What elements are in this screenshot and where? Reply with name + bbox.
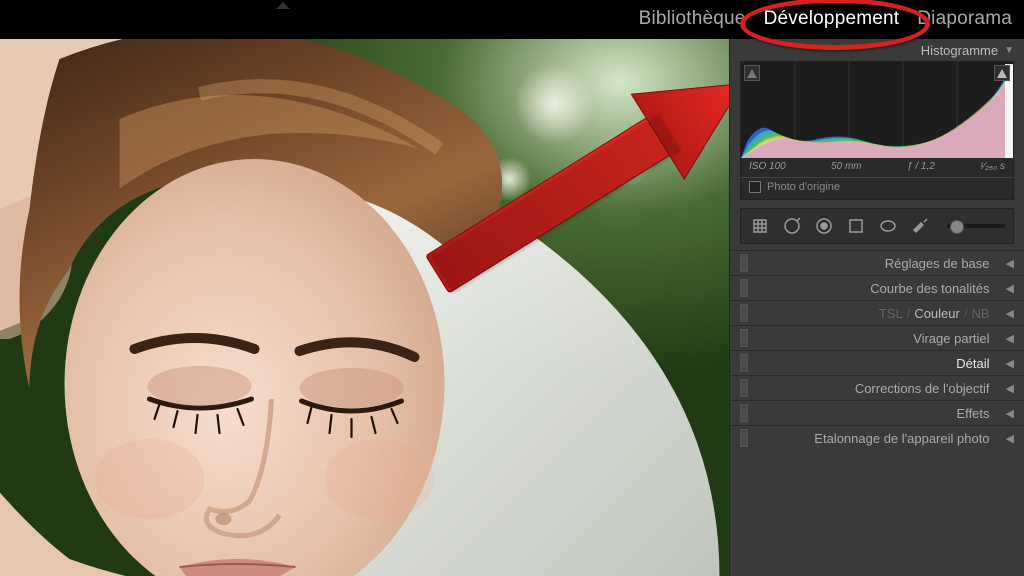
panel-lens-corrections[interactable]: Corrections de l'objectif ◀	[730, 375, 1024, 400]
meta-focal: 50 mm	[831, 161, 862, 172]
panel-hsl[interactable]: TSL/Couleur/NB ◀	[730, 300, 1024, 325]
panel-split-toning[interactable]: Virage partiel ◀	[730, 325, 1024, 350]
chevron-left-icon: ◀	[1006, 307, 1014, 320]
radial-filter-icon[interactable]	[877, 215, 899, 237]
panel-split-toning-label: Virage partiel	[913, 331, 989, 346]
panel-detail-label: Détail	[956, 356, 989, 371]
slider-knob-icon	[950, 220, 964, 234]
develop-right-panel: Histogramme ▼	[729, 39, 1024, 576]
panel-toggle-icon[interactable]	[740, 254, 748, 272]
original-photo-toggle[interactable]: Photo d'origine	[741, 177, 1013, 199]
panel-effects[interactable]: Effets ◀	[730, 400, 1024, 425]
meta-aperture: ƒ / 1,2	[907, 161, 935, 172]
chevron-left-icon: ◀	[1006, 332, 1014, 345]
panel-toggle-icon[interactable]	[740, 354, 748, 372]
chevron-left-icon: ◀	[1006, 357, 1014, 370]
chevron-left-icon: ◀	[1006, 257, 1014, 270]
histogram-panel-header[interactable]: Histogramme ▼	[730, 39, 1024, 61]
panel-expand-indicator-icon	[276, 2, 290, 9]
module-tab-develop[interactable]: Développement	[764, 8, 900, 30]
meta-iso: ISO 100	[749, 161, 786, 172]
module-picker-bar: Bibliothèque Développement Diaporama	[0, 0, 1024, 39]
panel-toggle-icon[interactable]	[740, 429, 748, 447]
exposure-metadata: ISO 100 50 mm ƒ / 1,2 ¹⁄₂₅₀ s	[741, 158, 1013, 177]
panel-toggle-icon[interactable]	[740, 404, 748, 422]
red-eye-icon[interactable]	[813, 215, 835, 237]
brush-tool-icon[interactable]	[909, 215, 931, 237]
highlight-clipping-icon[interactable]	[994, 65, 1010, 81]
panel-basic[interactable]: Réglages de base ◀	[730, 250, 1024, 275]
chevron-left-icon: ◀	[1006, 432, 1014, 445]
panel-effects-label: Effets	[957, 406, 990, 421]
panel-detail[interactable]: Détail ◀	[730, 350, 1024, 375]
original-photo-label: Photo d'origine	[767, 181, 840, 193]
panel-camera-calibration[interactable]: Etalonnage de l'appareil photo ◀	[730, 425, 1024, 450]
panel-hsl-tabs: TSL/Couleur/NB	[879, 306, 990, 321]
local-adjust-toolstrip	[740, 208, 1014, 244]
histogram-chart	[741, 62, 1013, 158]
photo-canvas[interactable]	[0, 39, 729, 576]
panel-tone-curve-label: Courbe des tonalités	[870, 281, 989, 296]
histogram-label: Histogramme	[921, 43, 998, 58]
checkbox-icon	[749, 181, 761, 193]
photo-placeholder	[0, 39, 729, 576]
panel-toggle-icon[interactable]	[740, 379, 748, 397]
panel-toggle-icon[interactable]	[740, 329, 748, 347]
panel-camera-calibration-label: Etalonnage de l'appareil photo	[814, 431, 989, 446]
histogram-box: ISO 100 50 mm ƒ / 1,2 ¹⁄₂₅₀ s Photo d'or…	[740, 61, 1014, 200]
develop-panels-accordion: Réglages de base◀ Courbe des tonalités◀ …	[730, 250, 1024, 450]
panel-basic-label: Réglages de base	[885, 256, 990, 271]
shadow-clipping-icon[interactable]	[744, 65, 760, 81]
chevron-left-icon: ◀	[1006, 382, 1014, 395]
panel-toggle-icon[interactable]	[740, 304, 748, 322]
crop-tool-icon[interactable]	[749, 215, 771, 237]
panel-toggle-icon[interactable]	[740, 279, 748, 297]
panel-tone-curve[interactable]: Courbe des tonalités ◀	[730, 275, 1024, 300]
spot-removal-icon[interactable]	[781, 215, 803, 237]
meta-shutter: ¹⁄₂₅₀ s	[980, 161, 1005, 172]
chevron-left-icon: ◀	[1006, 282, 1014, 295]
module-tab-library[interactable]: Bibliothèque	[639, 8, 746, 30]
chevron-down-icon: ▼	[1004, 45, 1014, 56]
panel-lens-corrections-label: Corrections de l'objectif	[855, 381, 990, 396]
module-tab-slideshow[interactable]: Diaporama	[917, 8, 1012, 30]
chevron-left-icon: ◀	[1006, 407, 1014, 420]
tool-size-slider[interactable]	[947, 224, 1005, 228]
graduated-filter-icon[interactable]	[845, 215, 867, 237]
